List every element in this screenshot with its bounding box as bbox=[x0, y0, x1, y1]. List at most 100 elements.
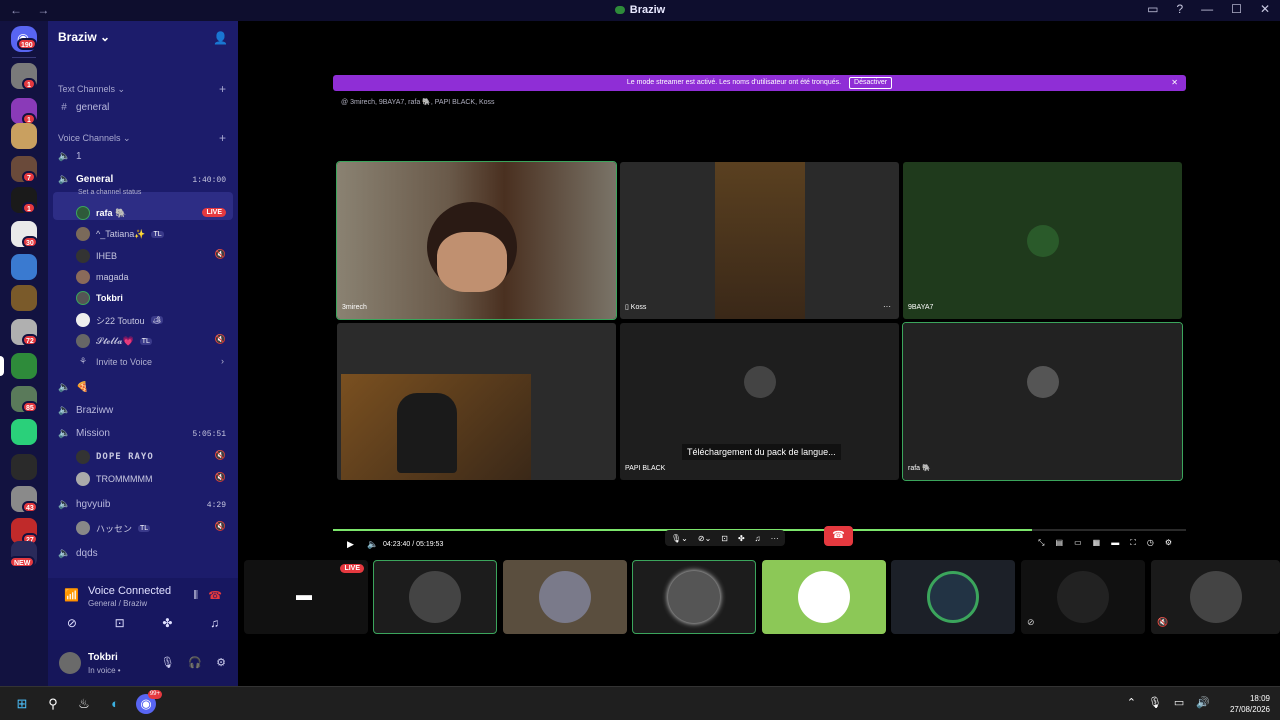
volume-tray-icon[interactable]: 🔊 bbox=[1196, 696, 1210, 709]
add-text-channel-icon[interactable]: + bbox=[219, 82, 226, 96]
screen-share-icon[interactable]: ⊡ bbox=[115, 616, 125, 630]
activities-icon[interactable]: ✤ bbox=[162, 616, 172, 630]
member-magada[interactable]: magada bbox=[76, 270, 129, 284]
camera-icon[interactable]: ⊘⌄ bbox=[698, 534, 711, 543]
settings-icon[interactable]: ⚙ bbox=[1165, 538, 1172, 548]
noise-suppression-icon[interactable]: ⫼ bbox=[193, 590, 198, 601]
fullscreen-icon[interactable]: ⛶ bbox=[1130, 538, 1136, 548]
play-icon[interactable]: ▶ bbox=[347, 539, 354, 550]
video-tile-3mirech[interactable]: 3mirech bbox=[336, 161, 617, 320]
server-6[interactable] bbox=[11, 285, 37, 311]
speed-icon[interactable]: ◷ bbox=[1147, 538, 1154, 548]
headphones-icon[interactable]: 🎧 bbox=[188, 656, 202, 669]
strip-participant[interactable] bbox=[632, 560, 756, 634]
member-rafa[interactable]: rafa 🐘 bbox=[76, 206, 126, 220]
layout-icon[interactable]: ▤ bbox=[1056, 538, 1064, 548]
clock[interactable]: 18:09 27/08/2026 bbox=[1230, 693, 1270, 715]
settings-icon[interactable]: ⚙ bbox=[216, 656, 226, 669]
microphone-icon[interactable]: 🎙 bbox=[160, 656, 174, 669]
close-icon[interactable]: ✕ bbox=[1171, 75, 1178, 91]
pip-icon[interactable]: ⤡ bbox=[1038, 538, 1044, 548]
hang-up-button[interactable]: ☎ bbox=[824, 526, 853, 546]
member-tokbri[interactable]: Tokbri bbox=[76, 291, 123, 305]
channel-timer: 1:40:00 bbox=[192, 176, 226, 185]
avatar bbox=[1026, 224, 1059, 257]
strip-participant[interactable] bbox=[373, 560, 497, 634]
mic-icon[interactable]: 🎙⌄ bbox=[671, 534, 688, 543]
close-button[interactable]: ✕ bbox=[1260, 2, 1270, 16]
strip-participant[interactable]: ⊘ bbox=[1021, 560, 1145, 634]
avatar bbox=[76, 313, 90, 327]
discord-taskbar-icon[interactable]: ◉ 99+ bbox=[136, 690, 162, 714]
edge-icon[interactable]: ◐ bbox=[105, 694, 125, 714]
server-braziw[interactable] bbox=[11, 353, 37, 379]
grid-icon[interactable]: ▦ bbox=[1093, 538, 1101, 548]
speaker-icon: 🔈 bbox=[58, 548, 71, 559]
maximize-button[interactable]: ☐ bbox=[1231, 2, 1242, 16]
home-badge: 190 bbox=[17, 38, 37, 50]
user-avatar[interactable] bbox=[59, 652, 81, 674]
voice-channel-mission[interactable]: 🔈 Mission bbox=[58, 428, 110, 439]
voice-channel-hgvyuib[interactable]: 🔈 hgvyuib bbox=[58, 499, 110, 510]
disable-button[interactable]: Désactiver bbox=[849, 77, 893, 89]
help-icon[interactable]: ? bbox=[1176, 2, 1183, 16]
member-toutou[interactable]: シ22 Toutou 🏕 bbox=[76, 313, 164, 327]
voice-channel-dqds[interactable]: 🔈 dqds bbox=[58, 548, 98, 559]
steam-icon[interactable]: ♨ bbox=[74, 694, 94, 714]
start-icon[interactable]: ⊞ bbox=[12, 694, 32, 714]
voice-channel-pizza[interactable]: 🔈 🍕 bbox=[58, 382, 88, 393]
chevron-up-icon[interactable]: ⌃ bbox=[1127, 696, 1136, 709]
avatar bbox=[1189, 571, 1242, 623]
member-iheb[interactable]: IHEB bbox=[76, 249, 117, 263]
user-name: Tokbri bbox=[88, 652, 118, 663]
video-tile-stream[interactable] bbox=[337, 323, 616, 480]
add-voice-channel-icon[interactable]: + bbox=[219, 131, 226, 145]
video-tile-rafa[interactable]: rafa 🐘 bbox=[902, 322, 1183, 481]
video-tile-9baya7[interactable]: 9BAYA7 bbox=[903, 162, 1182, 319]
add-member-icon[interactable]: 👤 bbox=[213, 31, 228, 45]
network-icon[interactable]: ▭ bbox=[1174, 696, 1184, 709]
activities-icon[interactable]: ✤ bbox=[738, 534, 745, 543]
guild-header[interactable]: Braziw ⌄ bbox=[58, 30, 110, 44]
inbox-icon[interactable]: ▭ bbox=[1147, 2, 1158, 16]
invite-to-voice[interactable]: ⚘ Invite to Voice bbox=[76, 356, 152, 367]
server-k[interactable] bbox=[11, 419, 37, 445]
member-stella[interactable]: 𝓢𝓽𝓮𝓵𝓵𝓪💗 TL bbox=[76, 334, 152, 348]
strip-participant[interactable] bbox=[891, 560, 1015, 634]
voice-connected-subtitle[interactable]: General / Braziw bbox=[88, 599, 147, 608]
volume-icon[interactable]: 🔈 bbox=[367, 539, 378, 550]
more-icon[interactable]: ··· bbox=[883, 302, 891, 311]
video-tile-koss[interactable]: ▯ Koss ··· bbox=[620, 162, 899, 319]
member-trommmmm[interactable]: TROMMMMM bbox=[76, 472, 152, 486]
theater-icon[interactable]: ▬ bbox=[1111, 538, 1119, 548]
server-9[interactable] bbox=[11, 454, 37, 480]
strip-participant[interactable] bbox=[762, 560, 886, 634]
soundboard-icon[interactable]: ♫ bbox=[755, 534, 761, 543]
cc-icon[interactable]: ▭ bbox=[1074, 538, 1082, 548]
minimize-button[interactable]: — bbox=[1201, 2, 1213, 16]
channel-status[interactable]: Set a channel status bbox=[78, 189, 141, 196]
voice-channel-braziww[interactable]: 🔈 Braziww bbox=[58, 405, 113, 416]
server-3[interactable] bbox=[11, 123, 37, 149]
more-icon[interactable]: ··· bbox=[771, 534, 779, 543]
avatar bbox=[743, 365, 776, 398]
disconnect-icon[interactable]: ☎ bbox=[208, 589, 222, 602]
soundboard-icon[interactable]: ♫ bbox=[210, 616, 219, 630]
camera-off-icon[interactable]: ⊘ bbox=[67, 616, 77, 630]
speaker-icon: 🔈 bbox=[58, 499, 71, 510]
voice-channel-1[interactable]: 🔈 1 bbox=[58, 151, 82, 162]
signal-icon[interactable]: 📶 bbox=[64, 588, 79, 602]
channel-general-text[interactable]: # general bbox=[58, 102, 109, 113]
member-dope-rayo[interactable]: DOPE RAYO bbox=[76, 450, 154, 464]
search-icon[interactable]: ⚲ bbox=[43, 694, 63, 714]
strip-participant[interactable] bbox=[503, 560, 627, 634]
section-text-channels[interactable]: Text Channels ⌄ bbox=[58, 84, 125, 95]
member-tatiana[interactable]: ^_Tatiana✨ TL bbox=[76, 227, 164, 241]
member-hassen[interactable]: ハッセン TL bbox=[76, 521, 151, 535]
server-5[interactable] bbox=[11, 254, 37, 280]
section-voice-channels[interactable]: Voice Channels ⌄ bbox=[58, 133, 131, 144]
strip-participant[interactable]: 🔇 bbox=[1151, 560, 1280, 634]
share-icon[interactable]: ⊡ bbox=[721, 534, 728, 543]
mic-tray-icon[interactable]: 🎙 bbox=[1148, 696, 1162, 709]
strip-screen-share[interactable]: ▬ LIVE bbox=[244, 560, 368, 634]
